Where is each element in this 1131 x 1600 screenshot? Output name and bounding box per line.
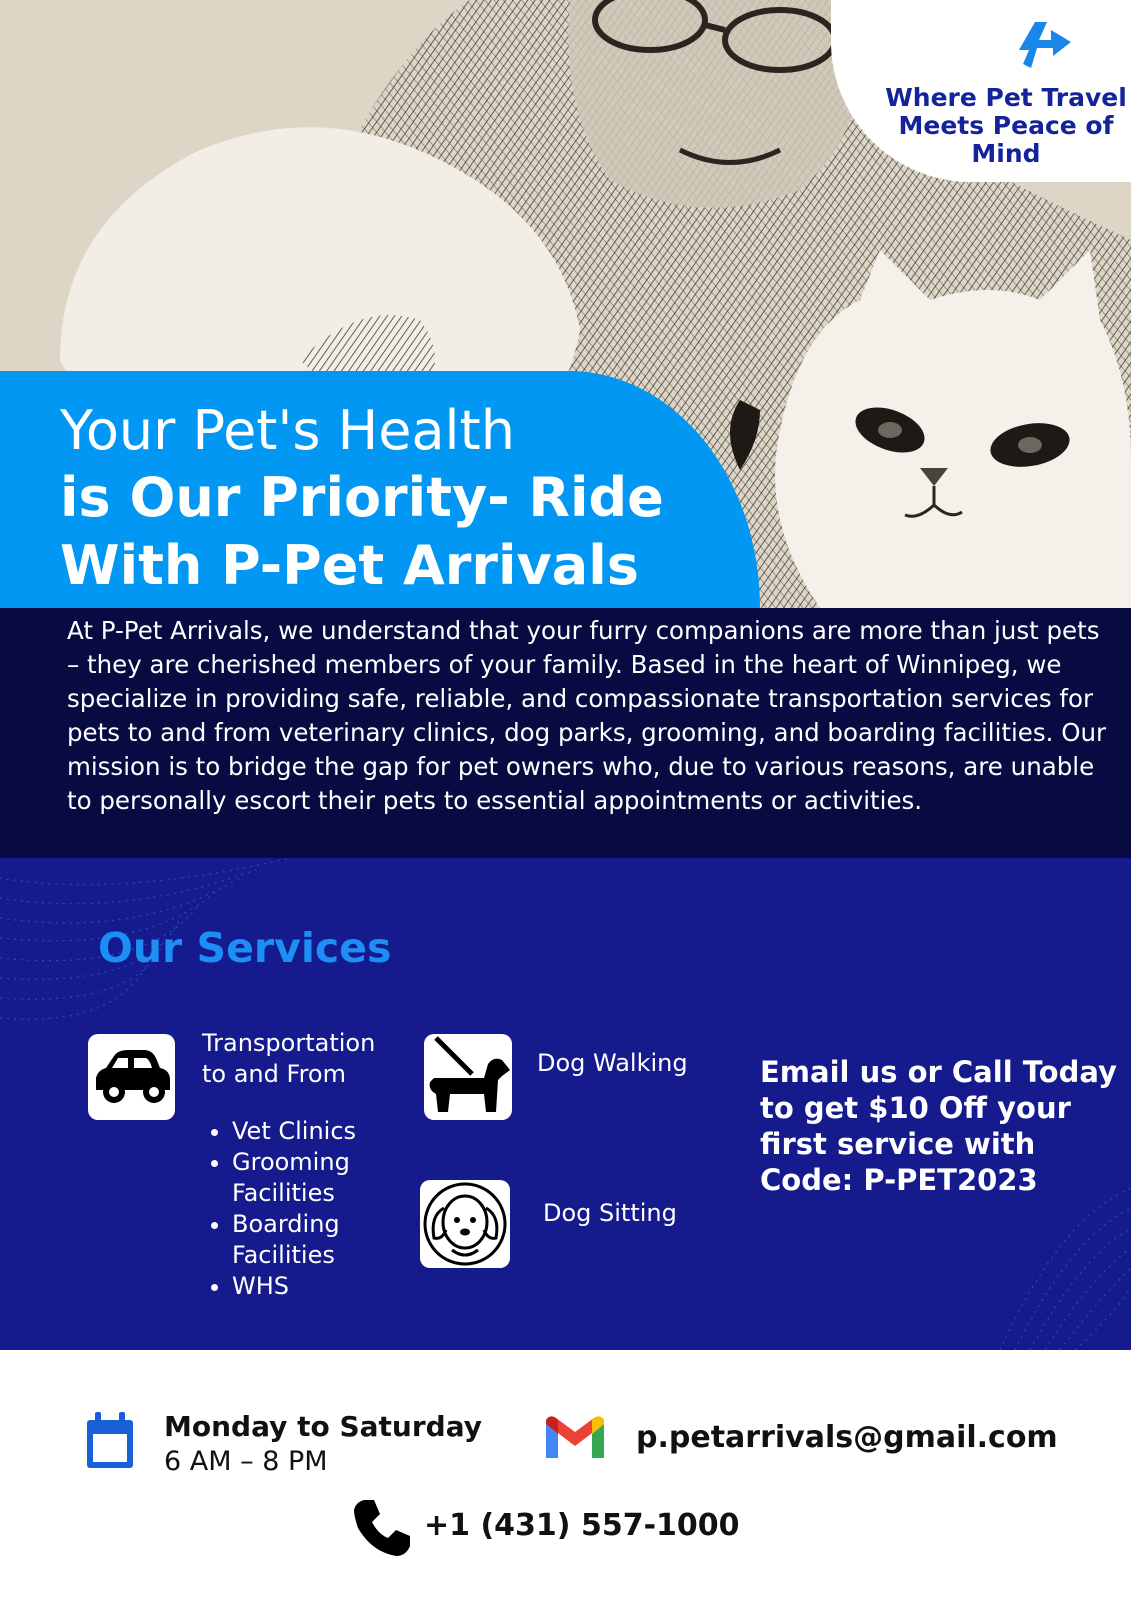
calendar-icon	[87, 1412, 133, 1468]
page-title: Your Pet's Health is Our Priority- Ride …	[60, 398, 664, 600]
list-item: Grooming Facilities	[232, 1147, 382, 1209]
headline-line-1: Your Pet's Health	[60, 399, 515, 462]
promo-text: Email us or Call Today to get $10 Off yo…	[760, 1055, 1117, 1197]
destinations-list: Vet Clinics Grooming Facilities Boarding…	[202, 1116, 382, 1302]
service-transportation-line-1: Transportation	[202, 1029, 376, 1057]
dog-face-icon	[423, 1182, 507, 1266]
hero-section: Where Pet Travel Meets Peace of Mind You…	[0, 0, 1131, 608]
list-item: Vet Clinics	[232, 1116, 382, 1147]
intro-section: At P-Pet Arrivals, we understand that yo…	[0, 608, 1131, 858]
email-link[interactable]: p.petarrivals@gmail.com	[636, 1420, 1058, 1455]
service-transportation-line-2: to and From	[202, 1060, 346, 1088]
list-item: Boarding Facilities	[232, 1209, 382, 1271]
tagline-text: Where Pet Travel Meets Peace of Mind	[885, 83, 1127, 168]
phone-icon	[354, 1500, 410, 1556]
list-item: WHS	[232, 1271, 382, 1302]
dog-sitting-icon-box	[420, 1180, 510, 1268]
logo-icon	[1019, 22, 1071, 68]
service-transportation: Transportation to and From	[202, 1028, 375, 1090]
gmail-icon	[546, 1416, 604, 1458]
headline-line-2: is Our Priority- Ride	[60, 466, 664, 529]
car-icon-box	[88, 1034, 175, 1120]
headline-line-3: With P-Pet Arrivals	[60, 534, 639, 597]
intro-paragraph: At P-Pet Arrivals, we understand that yo…	[67, 616, 1107, 815]
service-dog-walking: Dog Walking	[537, 1049, 688, 1077]
services-title: Our Services	[98, 924, 392, 972]
dog-walking-icon	[429, 1036, 510, 1112]
contact-section: Monday to Saturday 6 AM – 8 PM p.petarri…	[0, 1350, 1131, 1600]
service-dog-sitting: Dog Sitting	[543, 1199, 677, 1227]
dog-walking-icon-box	[424, 1034, 512, 1120]
car-icon	[96, 1050, 170, 1103]
services-section: Our Services Transportation to and From …	[0, 858, 1131, 1350]
hours-title: Monday to Saturday	[164, 1410, 482, 1443]
phone-link[interactable]: +1 (431) 557-1000	[424, 1508, 740, 1543]
hours-time: 6 AM – 8 PM	[164, 1446, 328, 1477]
